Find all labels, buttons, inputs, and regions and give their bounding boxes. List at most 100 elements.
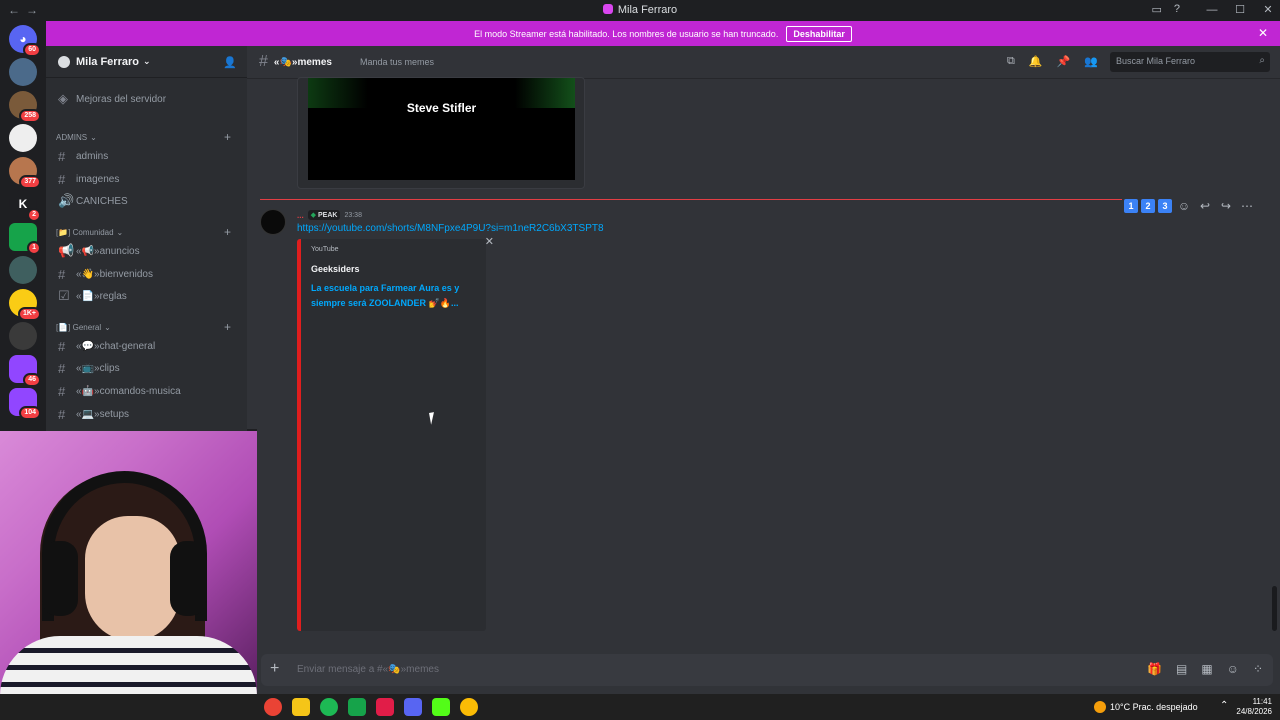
search-input[interactable]: Buscar Mila Ferraro ⌕ — [1110, 52, 1270, 72]
message-input[interactable]: + Enviar mensaje a #«🎭»memes 🎁 ▤ ▦ ☺ ⁘ — [261, 654, 1273, 686]
hash-icon: # — [58, 338, 66, 354]
sidebar-item-clips[interactable]: # «📺»clips — [58, 358, 239, 378]
sidebar-item-caniches[interactable]: 🔊 CANICHES — [58, 191, 239, 211]
server-header[interactable]: Mila Ferraro ⌄ 👤 — [46, 46, 247, 78]
chevron-down-icon: ⌄ — [116, 227, 124, 237]
home-button[interactable]: ◕ 60 — [9, 25, 41, 57]
category-general[interactable]: [📄] General ⌄ + — [56, 319, 239, 335]
reaction-3[interactable]: 3 — [1158, 199, 1172, 213]
add-reaction-icon[interactable]: ☺ — [1175, 199, 1193, 213]
reaction-1[interactable]: 1 — [1124, 199, 1138, 213]
discord-icon[interactable] — [404, 698, 422, 716]
server-icon[interactable]: 1 — [9, 223, 41, 255]
composer-area: + Enviar mensaje a #«🎭»memes 🎁 ▤ ▦ ☺ ⁘ — [257, 649, 1280, 694]
forward-icon[interactable]: ↪ — [1217, 199, 1235, 213]
app-icon — [602, 4, 613, 14]
close-icon[interactable]: ✕ — [1258, 26, 1268, 40]
emoji-icon[interactable]: ☺ — [1227, 662, 1239, 676]
server-icon[interactable]: K2 — [9, 190, 41, 222]
sidebar-item-anuncios[interactable]: 📢 «📢»anuncios — [58, 241, 239, 261]
sidebar-item-admins[interactable]: # admins — [58, 146, 239, 166]
unread-badge: 258 — [19, 109, 41, 123]
invite-icon[interactable]: 👤 — [223, 56, 237, 69]
embed-title[interactable]: La escuela para Farmear Aura es y siempr… — [311, 281, 481, 311]
category-admins[interactable]: ADMINS ⌄ + — [56, 129, 239, 145]
server-rail: ◕ 60 258 377 K2 1 1K+ 46 104 — [0, 21, 46, 431]
sidebar-item-comandos-musica[interactable]: # «🤖»comandos-musica — [58, 381, 239, 401]
unread-badge: 1K+ — [17, 307, 41, 321]
channel-topic[interactable]: Manda tus memes — [350, 57, 434, 67]
author-name-truncated[interactable]: ... — [297, 211, 304, 220]
rules-icon: ☑ — [58, 288, 70, 303]
search-icon: ⌕ — [1259, 55, 1265, 66]
sidebar-item-reglas[interactable]: ☑ «📄»reglas — [58, 286, 239, 306]
sidebar-item-imagenes[interactable]: # imagenes — [58, 169, 239, 189]
taskbar-clock[interactable]: 11:41 24/8/2026 — [1236, 697, 1272, 717]
minimize-button[interactable]: — — [1200, 0, 1224, 21]
twitch-server-icon[interactable]: 104 — [9, 388, 41, 420]
avatar[interactable] — [260, 209, 286, 235]
embed-provider: YouTube — [311, 246, 339, 253]
gif-icon[interactable]: ▤ — [1176, 662, 1187, 676]
message-link[interactable]: https://youtube.com/shorts/M8NFpxe4P9U?s… — [297, 223, 604, 234]
server-icon[interactable]: 258 — [9, 91, 41, 123]
hash-icon: # — [58, 266, 66, 282]
chrome-icon[interactable] — [460, 698, 478, 716]
message-author: ... ◆ PEAK 23:38 — [297, 210, 362, 220]
spotify-icon[interactable] — [320, 698, 338, 716]
unread-badge: 46 — [23, 373, 41, 387]
server-icon[interactable]: 377 — [9, 157, 41, 189]
apps-icon[interactable]: ⁘ — [1253, 662, 1263, 676]
sticker-icon[interactable]: ▦ — [1201, 662, 1212, 676]
hash-icon: # — [58, 406, 66, 422]
add-channel-icon[interactable]: + — [224, 130, 231, 144]
tray-chevron-icon[interactable]: ⌃ — [1220, 700, 1228, 711]
help-icon[interactable]: ? — [1174, 3, 1180, 16]
notification-bell-icon[interactable]: 🔔 — [1029, 55, 1043, 68]
add-channel-icon[interactable]: + — [224, 225, 231, 239]
unread-badge: 2 — [27, 208, 41, 222]
embed-author[interactable]: Geeksiders — [311, 264, 360, 274]
new-messages-divider — [260, 199, 1122, 200]
gift-icon[interactable]: 🎁 — [1147, 662, 1162, 676]
window-title: Mila Ferraro — [0, 4, 1280, 16]
category-comunidad[interactable]: [📁] Comunidad ⌄ + — [56, 224, 239, 240]
disable-streamer-button[interactable]: Deshabilitar — [786, 25, 852, 42]
sidebar-item-server-boost[interactable]: ◈ Mejoras del servidor — [58, 89, 239, 109]
previous-video-embed[interactable]: Steve Stifler — [297, 77, 585, 189]
app-icon[interactable] — [376, 698, 394, 716]
threads-icon[interactable]: ⧉ — [1007, 55, 1015, 68]
reaction-2[interactable]: 2 — [1141, 199, 1155, 213]
remove-embed-icon[interactable]: ✕ — [485, 235, 494, 248]
unread-badge: 377 — [19, 175, 41, 189]
inbox-icon[interactable]: ▭ — [1151, 3, 1161, 16]
weather-widget[interactable]: 10°C Prac. despejado — [1094, 701, 1198, 713]
close-window-button[interactable]: ✕ — [1256, 0, 1280, 21]
server-icon[interactable] — [9, 58, 37, 86]
member-list-icon[interactable]: 👥 — [1084, 55, 1098, 68]
pin-icon[interactable]: 📌 — [1057, 55, 1071, 68]
twitch-server-icon[interactable]: 46 — [9, 355, 41, 387]
upload-plus-icon[interactable]: + — [270, 660, 279, 678]
sidebar-item-chat-general[interactable]: # «💬»chat-general — [58, 336, 239, 356]
sidebar-item-setups[interactable]: # «💻»setups — [58, 404, 239, 424]
unread-badge: 1 — [27, 241, 41, 255]
kick-icon[interactable] — [432, 698, 450, 716]
server-icon[interactable] — [9, 124, 37, 152]
add-channel-icon[interactable]: + — [224, 320, 231, 334]
server-icon[interactable]: 1K+ — [9, 289, 41, 321]
sidebar-item-bienvenidos[interactable]: # «👋»bienvenidos — [58, 264, 239, 284]
boost-icon: ◈ — [58, 91, 68, 106]
windows-taskbar: 10°C Prac. despejado ⌃ 11:41 24/8/2026 — [0, 694, 1280, 720]
video-thumbnail[interactable]: Steve Stifler — [308, 78, 575, 180]
scrollbar[interactable] — [1272, 586, 1277, 631]
more-options-icon[interactable]: ⋯ — [1238, 199, 1256, 213]
chrome-icon[interactable] — [264, 698, 282, 716]
server-icon[interactable] — [9, 322, 37, 350]
app-icon[interactable] — [348, 698, 366, 716]
reply-icon[interactable]: ↩ — [1196, 199, 1214, 213]
maximize-button[interactable]: ☐ — [1228, 0, 1252, 21]
file-explorer-icon[interactable] — [292, 698, 310, 716]
tag-icon: ◆ — [310, 212, 318, 219]
server-icon[interactable] — [9, 256, 37, 284]
